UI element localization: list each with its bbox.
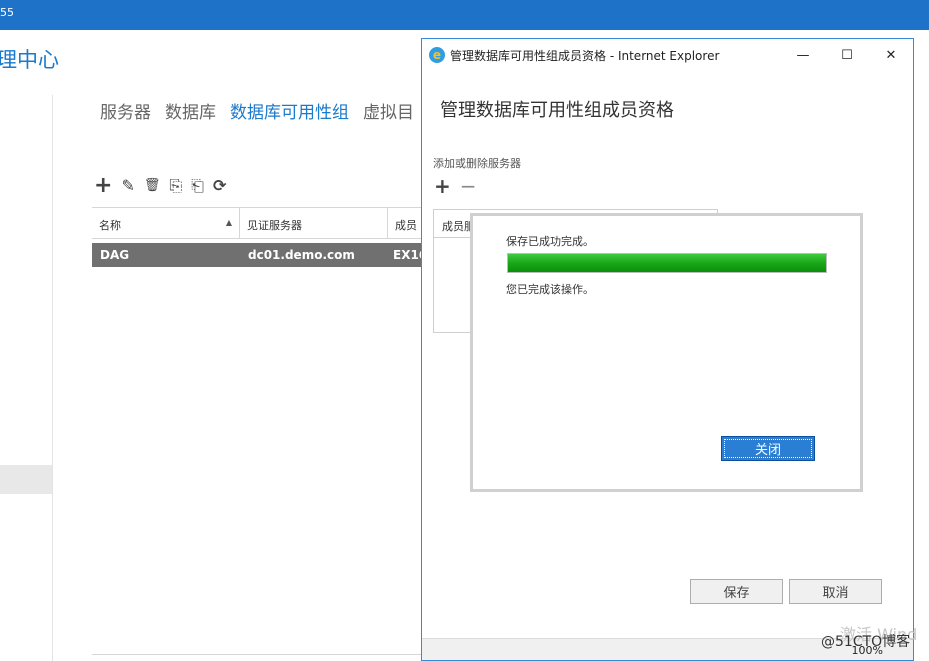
ie-window-title: 管理数据库可用性组成员资格 - Internet Explorer [450,48,720,63]
table-bottom-divider [92,654,422,655]
ie-title-bar[interactable]: e 管理数据库可用性组成员资格 - Internet Explorer — ☐ … [422,39,913,71]
tab-database-availability-groups[interactable]: 数据库可用性组 [230,98,349,123]
maximize-icon[interactable]: ☐ [825,48,869,63]
left-nav-selected-item[interactable] [0,465,52,494]
table-row[interactable]: DAG dc01.demo.com EX16 [92,243,422,267]
manage-membership-icon[interactable]: ⎘ [169,176,182,196]
operation-complete-message: 您已完成该操作。 [506,283,594,296]
cell-witness: dc01.demo.com [248,248,355,262]
save-button[interactable]: 保存 [690,579,783,604]
tab-virtual-directories[interactable]: 虚拟目 [363,98,414,123]
column-witness-label: 见证服务器 [247,219,302,232]
progress-bar [507,253,827,273]
dialog-title: 管理数据库可用性组成员资格 [440,100,674,121]
add-remove-buttons: + − [434,175,477,197]
table-header: 名称 ▲ 见证服务器 成员 [92,207,422,239]
cell-name: DAG [100,248,130,262]
progress-popup: 保存已成功完成。 您已完成该操作。 关闭 [470,213,863,492]
main-tabs: 服务器 数据库 数据库可用性组 虚拟目 [100,98,414,123]
column-header-name[interactable]: 名称 ▲ [92,208,240,238]
column-header-members[interactable]: 成员 [388,208,422,238]
tab-servers[interactable]: 服务器 [100,98,151,123]
column-members-label: 成员 [395,219,417,232]
internet-explorer-icon: e [429,47,445,63]
manage-network-icon[interactable]: ⎗ [191,176,204,196]
progress-bar-fill [508,254,826,272]
delete-icon[interactable]: 🗑 [144,176,161,196]
site-watermark: @51CTO博客 [821,634,911,650]
column-name-label: 名称 [99,219,121,232]
column-header-witness[interactable]: 见证服务器 [240,208,388,238]
save-success-message: 保存已成功完成。 [506,235,594,248]
cell-members: EX16 [393,248,422,262]
header-text: 55 [0,6,14,19]
left-navigation [0,95,53,661]
app-title: 理中心 [0,48,59,72]
cancel-button[interactable]: 取消 [789,579,882,604]
tab-databases[interactable]: 数据库 [165,98,216,123]
edit-icon[interactable]: ✎ [121,176,134,196]
toolbar: + ✎ 🗑 ⎘ ⎗ ⟳ [94,175,226,197]
window-controls: — ☐ ✕ [781,48,913,63]
dag-table: 名称 ▲ 见证服务器 成员 DAG dc01.demo.com EX16 [92,207,422,267]
top-header-bar: 55 [0,0,929,30]
add-icon[interactable]: + [94,175,112,197]
refresh-icon[interactable]: ⟳ [213,176,226,196]
sort-ascending-icon: ▲ [225,218,232,227]
remove-server-icon[interactable]: − [460,175,477,197]
close-icon[interactable]: ✕ [869,48,913,63]
minimize-icon[interactable]: — [781,48,825,63]
add-remove-servers-label: 添加或删除服务器 [433,157,521,170]
close-button[interactable]: 关闭 [721,436,815,461]
add-server-icon[interactable]: + [434,175,451,197]
